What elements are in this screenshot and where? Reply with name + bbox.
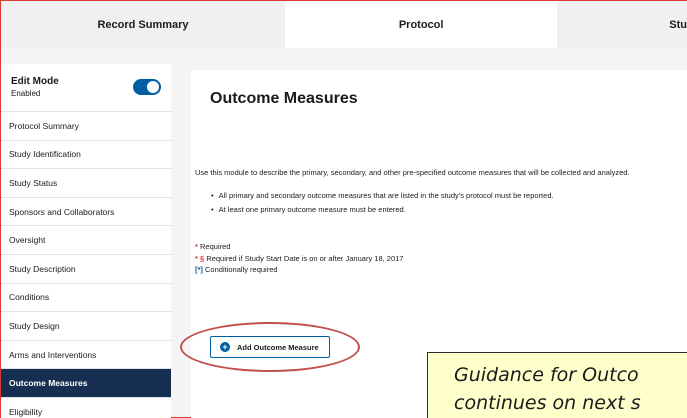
tab-protocol[interactable]: Protocol xyxy=(285,1,558,48)
edit-mode-toggle[interactable] xyxy=(133,79,161,95)
required-legend: * Required * § Required if Study Start D… xyxy=(195,241,403,276)
start-date-text: Required if Study Start Date is on or af… xyxy=(206,253,404,263)
requirements-list: All primary and secondary outcome measur… xyxy=(211,191,554,219)
sidebar-item-arms-interventions[interactable]: Arms and Interventions xyxy=(1,340,171,370)
list-item: All primary and secondary outcome measur… xyxy=(211,191,554,200)
toggle-knob xyxy=(147,81,159,93)
conditional-text: Conditionally required xyxy=(205,265,278,274)
start-date-mark: * § xyxy=(195,253,205,263)
sidebar-item-oversight[interactable]: Oversight xyxy=(1,226,171,255)
required-text: Required xyxy=(200,242,231,251)
sidebar-item-study-description[interactable]: Study Description xyxy=(1,254,171,284)
required-mark: * xyxy=(195,242,198,251)
edit-mode-panel: Edit Mode Enabled xyxy=(1,64,171,112)
guidance-callout: Guidance for Outco continues on next s xyxy=(427,352,687,418)
highlight-circle-annotation xyxy=(180,322,360,372)
sidebar-item-study-status[interactable]: Study Status xyxy=(1,169,171,198)
sidebar-item-outcome-measures[interactable]: Outcome Measures xyxy=(1,369,171,398)
tab-record-summary[interactable]: Record Summary xyxy=(1,1,286,48)
sidebar-nav: Edit Mode Enabled Protocol Summary Study… xyxy=(1,64,171,418)
sidebar-item-study-identification[interactable]: Study Identification xyxy=(1,140,171,170)
legend-start-date: * § Required if Study Start Date is on o… xyxy=(195,253,403,265)
legend-conditional: [*] Conditionally required xyxy=(195,264,403,276)
guidance-line-1: Guidance for Outco xyxy=(454,364,639,386)
sidebar-item-protocol-summary[interactable]: Protocol Summary xyxy=(1,112,171,141)
top-tabs: Record Summary Protocol Stu xyxy=(1,1,687,48)
conditional-mark: [*] xyxy=(195,265,203,274)
tab-study[interactable]: Stu xyxy=(557,1,687,48)
page-title: Outcome Measures xyxy=(210,90,358,107)
module-intro: Use this module to describe the primary,… xyxy=(195,168,630,177)
list-item: At least one primary outcome measure mus… xyxy=(211,205,554,214)
sidebar-item-eligibility[interactable]: Eligibility xyxy=(1,397,171,418)
guidance-line-2: continues on next s xyxy=(454,392,641,414)
sidebar-item-study-design[interactable]: Study Design xyxy=(1,312,171,341)
sidebar-item-conditions[interactable]: Conditions xyxy=(1,283,171,313)
legend-required: * Required xyxy=(195,241,403,253)
sidebar-item-sponsors-collaborators[interactable]: Sponsors and Collaborators xyxy=(1,197,171,227)
